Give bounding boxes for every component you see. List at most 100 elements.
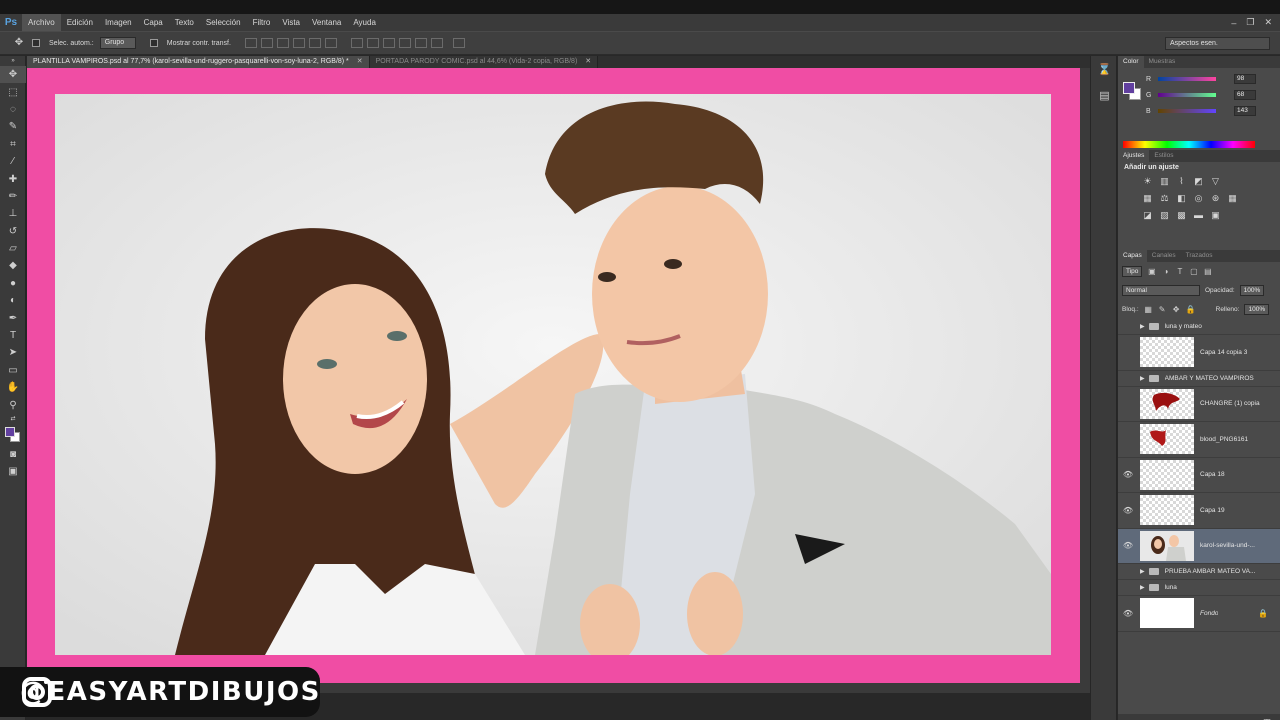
eye-icon[interactable]: 👁 (1118, 506, 1138, 515)
curves-icon[interactable]: ⌇ (1176, 176, 1187, 187)
auto-select-dropdown[interactable]: Grupo (99, 37, 136, 49)
layer-capa-19[interactable]: 👁 Capa 19 (1118, 493, 1280, 529)
filter-pixel-icon[interactable]: ▣ (1147, 267, 1156, 276)
distribute-right-icon[interactable] (430, 38, 443, 48)
align-top-icon[interactable] (244, 38, 257, 48)
threshold-icon[interactable]: ▩ (1176, 210, 1187, 221)
menu-archivo[interactable]: Archivo (22, 14, 61, 31)
layer-capa-14-copia-3[interactable]: Capa 14 copia 3 (1118, 335, 1280, 371)
red-value-field[interactable]: 98 (1234, 74, 1256, 84)
menu-ayuda[interactable]: Ayuda (347, 14, 382, 31)
eyedropper-tool-icon[interactable]: ⁄ (0, 153, 26, 170)
minimize-button[interactable]: – (1231, 18, 1236, 28)
show-transform-checkbox[interactable] (149, 39, 158, 47)
red-slider[interactable] (1158, 77, 1216, 81)
lock-pixels-icon[interactable]: ✎ (1158, 305, 1167, 314)
layer-group-prueba-ambar-mateo[interactable]: ▶ PRUEBA AMBAR MATEO VA... (1118, 564, 1280, 580)
type-tool-icon[interactable]: T (0, 327, 26, 344)
history-panel-icon[interactable]: ⌛ (1091, 56, 1118, 82)
tab-canales[interactable]: Canales (1147, 250, 1181, 262)
eye-icon[interactable]: 👁 (1118, 470, 1138, 479)
zoom-tool-icon[interactable]: ⚲ (0, 396, 26, 413)
marquee-tool-icon[interactable]: ⬚ (0, 83, 26, 100)
selective-color-icon[interactable]: ▣ (1210, 210, 1221, 221)
gradient-map-icon[interactable]: ▬ (1193, 210, 1204, 221)
filter-type-icon[interactable]: T (1175, 267, 1184, 276)
black-white-icon[interactable]: ◧ (1176, 193, 1187, 204)
move-tool-icon[interactable]: ✥ (0, 66, 26, 84)
distribute-hcenter-icon[interactable] (414, 38, 427, 48)
posterize-icon[interactable]: ▨ (1159, 210, 1170, 221)
distribute-bottom-icon[interactable] (382, 38, 395, 48)
tab-muestras[interactable]: Muestras (1144, 56, 1181, 68)
collapse-tools-icon[interactable]: » (0, 56, 26, 66)
vibrance-icon[interactable]: ▽ (1210, 176, 1221, 187)
eye-icon[interactable]: 👁 (1118, 609, 1138, 618)
expand-arrow-icon[interactable]: ▶ (1140, 323, 1145, 330)
filter-smart-icon[interactable]: ▤ (1203, 267, 1212, 276)
color-lookup-icon[interactable]: ▦ (1227, 193, 1238, 204)
lock-position-icon[interactable]: ✥ (1172, 305, 1181, 314)
color-panel-foreground[interactable] (1123, 82, 1135, 94)
lock-transparency-icon[interactable]: ▦ (1144, 305, 1153, 314)
expand-arrow-icon[interactable]: ▶ (1140, 375, 1145, 382)
layer-filter-dropdown[interactable]: Tipo (1122, 266, 1143, 277)
filter-shape-icon[interactable]: ▢ (1189, 267, 1198, 276)
distribute-left-icon[interactable] (398, 38, 411, 48)
properties-panel-icon[interactable]: ▤ (1091, 82, 1118, 108)
align-right-icon[interactable] (324, 38, 337, 48)
align-hcenter-icon[interactable] (308, 38, 321, 48)
layer-blood-png[interactable]: blood_PNG6161 (1118, 422, 1280, 458)
layer-group-luna-y-mateo[interactable]: ▶ luna y mateo (1118, 319, 1280, 335)
brightness-icon[interactable]: ☀ (1142, 176, 1153, 187)
photo-filter-icon[interactable]: ◎ (1193, 193, 1204, 204)
dodge-tool-icon[interactable]: ◐ (0, 292, 26, 309)
lasso-tool-icon[interactable]: ◌ (0, 101, 26, 118)
expand-arrow-icon[interactable]: ▶ (1140, 584, 1145, 591)
hue-saturation-icon[interactable]: ▦ (1142, 193, 1153, 204)
menu-ventana[interactable]: Ventana (306, 14, 347, 31)
blue-slider[interactable] (1158, 109, 1216, 113)
lock-all-icon[interactable]: 🔒 (1186, 305, 1196, 314)
close-icon[interactable]: ✕ (585, 58, 591, 65)
layer-group-ambar-y-mateo-vampiros[interactable]: ▶ AMBAR Y MATEO VAMPIROS (1118, 371, 1280, 387)
filter-adjustment-icon[interactable]: ◑ (1161, 267, 1170, 276)
green-slider[interactable] (1158, 93, 1216, 97)
close-window-button[interactable]: ✕ (1264, 17, 1272, 28)
canvas[interactable] (27, 68, 1080, 683)
brush-tool-icon[interactable]: ✏ (0, 188, 26, 205)
menu-imagen[interactable]: Imagen (99, 14, 138, 31)
vertical-scrollbar[interactable] (1080, 68, 1090, 693)
blend-mode-dropdown[interactable]: Normal (1122, 285, 1200, 296)
distribute-vcenter-icon[interactable] (366, 38, 379, 48)
expand-arrow-icon[interactable]: ▶ (1140, 568, 1145, 575)
layer-group-luna[interactable]: ▶ luna (1118, 580, 1280, 596)
eraser-tool-icon[interactable]: ▱ (0, 240, 26, 257)
color-balance-icon[interactable]: ⚖ (1159, 193, 1170, 204)
align-left-icon[interactable] (292, 38, 305, 48)
blue-value-field[interactable]: 143 (1234, 106, 1256, 116)
layer-fondo[interactable]: 👁 Fondo 🔒 (1118, 596, 1280, 632)
blur-tool-icon[interactable]: ● (0, 275, 26, 292)
workspace-dropdown[interactable]: Aspectos esen. (1165, 37, 1270, 50)
auto-select-checkbox[interactable] (32, 39, 40, 47)
tab-trazados[interactable]: Trazados (1181, 250, 1218, 262)
shape-tool-icon[interactable]: ▭ (0, 362, 26, 379)
menu-filtro[interactable]: Filtro (247, 14, 277, 31)
restore-button[interactable]: ❐ (1246, 17, 1254, 28)
tab-portada-parody-comic[interactable]: PORTADA PARODY COMIC.psd al 44,6% (Vida-… (369, 56, 599, 68)
quick-mask-icon[interactable]: ◙ (0, 446, 26, 463)
align-vcenter-icon[interactable] (260, 38, 273, 48)
channel-mixer-icon[interactable]: ⊛ (1210, 193, 1221, 204)
crop-tool-icon[interactable]: ⌗ (0, 136, 26, 153)
align-bottom-icon[interactable] (276, 38, 289, 48)
hand-tool-icon[interactable]: ✋ (0, 379, 26, 396)
close-icon[interactable]: ✕ (357, 58, 363, 65)
history-brush-tool-icon[interactable]: ↺ (0, 223, 26, 240)
tab-capas[interactable]: Capas (1118, 250, 1147, 262)
menu-vista[interactable]: Vista (276, 14, 306, 31)
eye-icon[interactable]: 👁 (1118, 541, 1138, 550)
fill-field[interactable]: 100% (1244, 304, 1270, 315)
tab-ajustes[interactable]: Ajustes (1118, 150, 1150, 162)
opacity-field[interactable]: 100% (1239, 285, 1265, 296)
